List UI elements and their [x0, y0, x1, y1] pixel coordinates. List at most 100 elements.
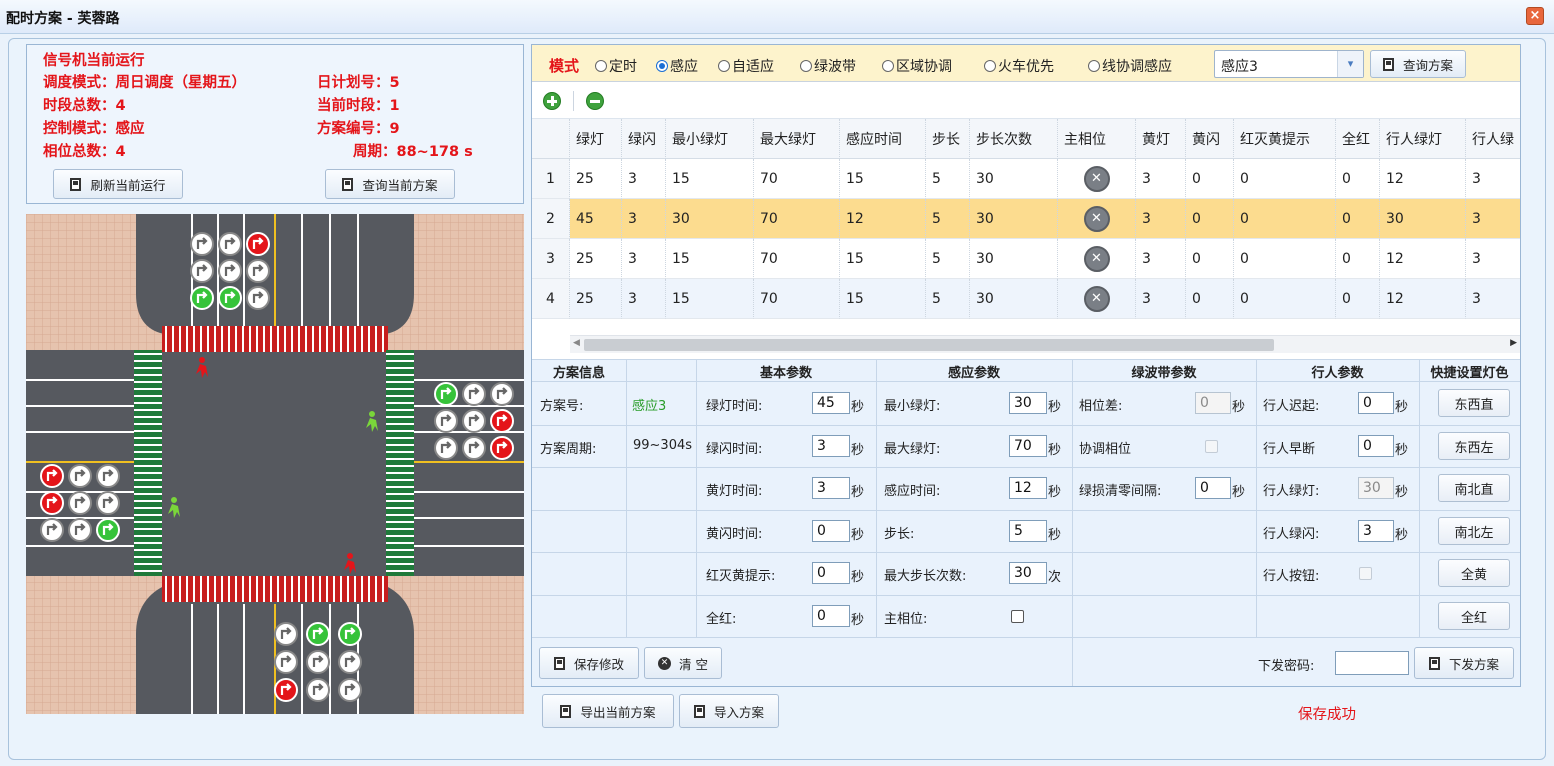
- grid-cell[interactable]: 30: [970, 239, 1058, 279]
- quick-ew-straight-button[interactable]: 东西直: [1438, 389, 1510, 417]
- grid-cell[interactable]: 5: [926, 159, 970, 199]
- grid-cell[interactable]: 15: [840, 159, 926, 199]
- grid-cell[interactable]: 30: [666, 199, 754, 239]
- ped-button-checkbox[interactable]: [1359, 567, 1372, 580]
- grid-cell[interactable]: 25: [570, 279, 622, 319]
- chevron-down-icon[interactable]: ▾: [1337, 51, 1363, 77]
- main-phase-cell[interactable]: ✕: [1058, 279, 1136, 319]
- save-changes-button[interactable]: 保存修改: [539, 647, 639, 679]
- ped-early-input[interactable]: [1358, 435, 1394, 457]
- grid-cell[interactable]: 12: [1380, 159, 1466, 199]
- export-plan-button[interactable]: 导出当前方案: [542, 694, 674, 728]
- ped-green-input[interactable]: [1358, 477, 1394, 499]
- scheme-select[interactable]: 感应3 ▾: [1214, 50, 1364, 78]
- grid-cell[interactable]: 3: [1136, 159, 1186, 199]
- clear-interval-input[interactable]: [1195, 477, 1231, 499]
- grid-cell[interactable]: 70: [754, 199, 840, 239]
- send-plan-button[interactable]: 下发方案: [1414, 647, 1514, 679]
- quick-all-red-button[interactable]: 全红: [1438, 602, 1510, 630]
- grid-cell[interactable]: 30: [970, 279, 1058, 319]
- grid-cell[interactable]: 0: [1186, 159, 1234, 199]
- max-green-input[interactable]: [1009, 435, 1047, 457]
- ped-delay-input[interactable]: [1358, 392, 1394, 414]
- mode-option-line-induct[interactable]: 线协调感应: [1088, 56, 1172, 76]
- mode-option-area[interactable]: 区域协调: [882, 56, 952, 76]
- mode-option-adaptive[interactable]: 自适应: [718, 56, 774, 76]
- grid-cell[interactable]: 3: [1466, 239, 1520, 279]
- horizontal-scrollbar[interactable]: ◀ ▶: [570, 335, 1520, 353]
- close-icon[interactable]: ×: [1526, 7, 1544, 25]
- main-phase-cell[interactable]: ✕: [1058, 159, 1136, 199]
- quick-all-yellow-button[interactable]: 全黄: [1438, 559, 1510, 587]
- refresh-current-button[interactable]: 刷新当前运行: [53, 169, 183, 199]
- max-steps-input[interactable]: [1009, 562, 1047, 584]
- grid-cell[interactable]: 25: [570, 239, 622, 279]
- mode-option-greenwave[interactable]: 绿波带: [800, 56, 856, 76]
- grid-cell[interactable]: 12: [840, 199, 926, 239]
- grid-cell[interactable]: 15: [666, 159, 754, 199]
- green-time-input[interactable]: [812, 392, 850, 414]
- mode-option-induct[interactable]: 感应: [656, 56, 698, 76]
- grid-cell[interactable]: 0: [1234, 159, 1336, 199]
- red-off-input[interactable]: [812, 562, 850, 584]
- grid-cell[interactable]: 3: [622, 279, 666, 319]
- grid-cell[interactable]: 0: [1186, 199, 1234, 239]
- grid-cell[interactable]: 3: [622, 159, 666, 199]
- grid-cell[interactable]: 30: [1380, 199, 1466, 239]
- grid-cell[interactable]: 12: [1380, 239, 1466, 279]
- induct-time-input[interactable]: [1009, 477, 1047, 499]
- quick-ns-straight-button[interactable]: 南北直: [1438, 474, 1510, 502]
- quick-ew-left-button[interactable]: 东西左: [1438, 432, 1510, 460]
- coord-phase-checkbox[interactable]: [1205, 440, 1218, 453]
- grid-cell[interactable]: 70: [754, 159, 840, 199]
- grid-cell[interactable]: 5: [926, 279, 970, 319]
- grid-cell[interactable]: 15: [666, 239, 754, 279]
- ped-flash-input[interactable]: [1358, 520, 1394, 542]
- grid-cell[interactable]: 15: [840, 239, 926, 279]
- grid-row-number[interactable]: 2: [532, 199, 570, 239]
- main-phase-cell[interactable]: ✕: [1058, 199, 1136, 239]
- step-input[interactable]: [1009, 520, 1047, 542]
- grid-cell[interactable]: 3: [1466, 199, 1520, 239]
- min-green-input[interactable]: [1009, 392, 1047, 414]
- all-red-input[interactable]: [812, 605, 850, 627]
- yellow-time-input[interactable]: [812, 477, 850, 499]
- close-circle-icon[interactable]: ✕: [1083, 205, 1110, 232]
- grid-cell[interactable]: 0: [1336, 279, 1380, 319]
- yellow-flash-input[interactable]: [812, 520, 850, 542]
- import-plan-button[interactable]: 导入方案: [679, 694, 779, 728]
- grid-cell[interactable]: 5: [926, 239, 970, 279]
- grid-cell[interactable]: 0: [1234, 239, 1336, 279]
- grid-cell[interactable]: 0: [1336, 239, 1380, 279]
- green-flash-input[interactable]: [812, 435, 850, 457]
- grid-cell[interactable]: 15: [840, 279, 926, 319]
- grid-cell[interactable]: 3: [1466, 159, 1520, 199]
- grid-cell[interactable]: 0: [1336, 199, 1380, 239]
- add-icon[interactable]: [543, 92, 561, 110]
- grid-row-number[interactable]: 3: [532, 239, 570, 279]
- phase-offset-input[interactable]: [1195, 392, 1231, 414]
- grid-cell[interactable]: 0: [1234, 279, 1336, 319]
- grid-cell[interactable]: 0: [1186, 239, 1234, 279]
- mode-option-timing[interactable]: 定时: [595, 56, 637, 76]
- close-circle-icon[interactable]: ✕: [1083, 245, 1110, 272]
- main-phase-checkbox[interactable]: [1011, 610, 1024, 623]
- grid-cell[interactable]: 3: [1466, 279, 1520, 319]
- grid-cell[interactable]: 3: [1136, 279, 1186, 319]
- remove-icon[interactable]: [586, 92, 604, 110]
- grid-row-number[interactable]: 1: [532, 159, 570, 199]
- grid-row-number[interactable]: 4: [532, 279, 570, 319]
- grid-cell[interactable]: 45: [570, 199, 622, 239]
- grid-cell[interactable]: 5: [926, 199, 970, 239]
- grid-cell[interactable]: 30: [970, 199, 1058, 239]
- query-plan-button[interactable]: 查询方案: [1370, 50, 1466, 78]
- grid-cell[interactable]: 0: [1336, 159, 1380, 199]
- grid-cell[interactable]: 3: [1136, 199, 1186, 239]
- grid-cell[interactable]: 70: [754, 279, 840, 319]
- grid-cell[interactable]: 3: [622, 239, 666, 279]
- grid-cell[interactable]: 0: [1186, 279, 1234, 319]
- close-circle-icon[interactable]: ✕: [1083, 285, 1110, 312]
- scrollbar-thumb[interactable]: [584, 339, 1274, 351]
- grid-cell[interactable]: 70: [754, 239, 840, 279]
- grid-cell[interactable]: 12: [1380, 279, 1466, 319]
